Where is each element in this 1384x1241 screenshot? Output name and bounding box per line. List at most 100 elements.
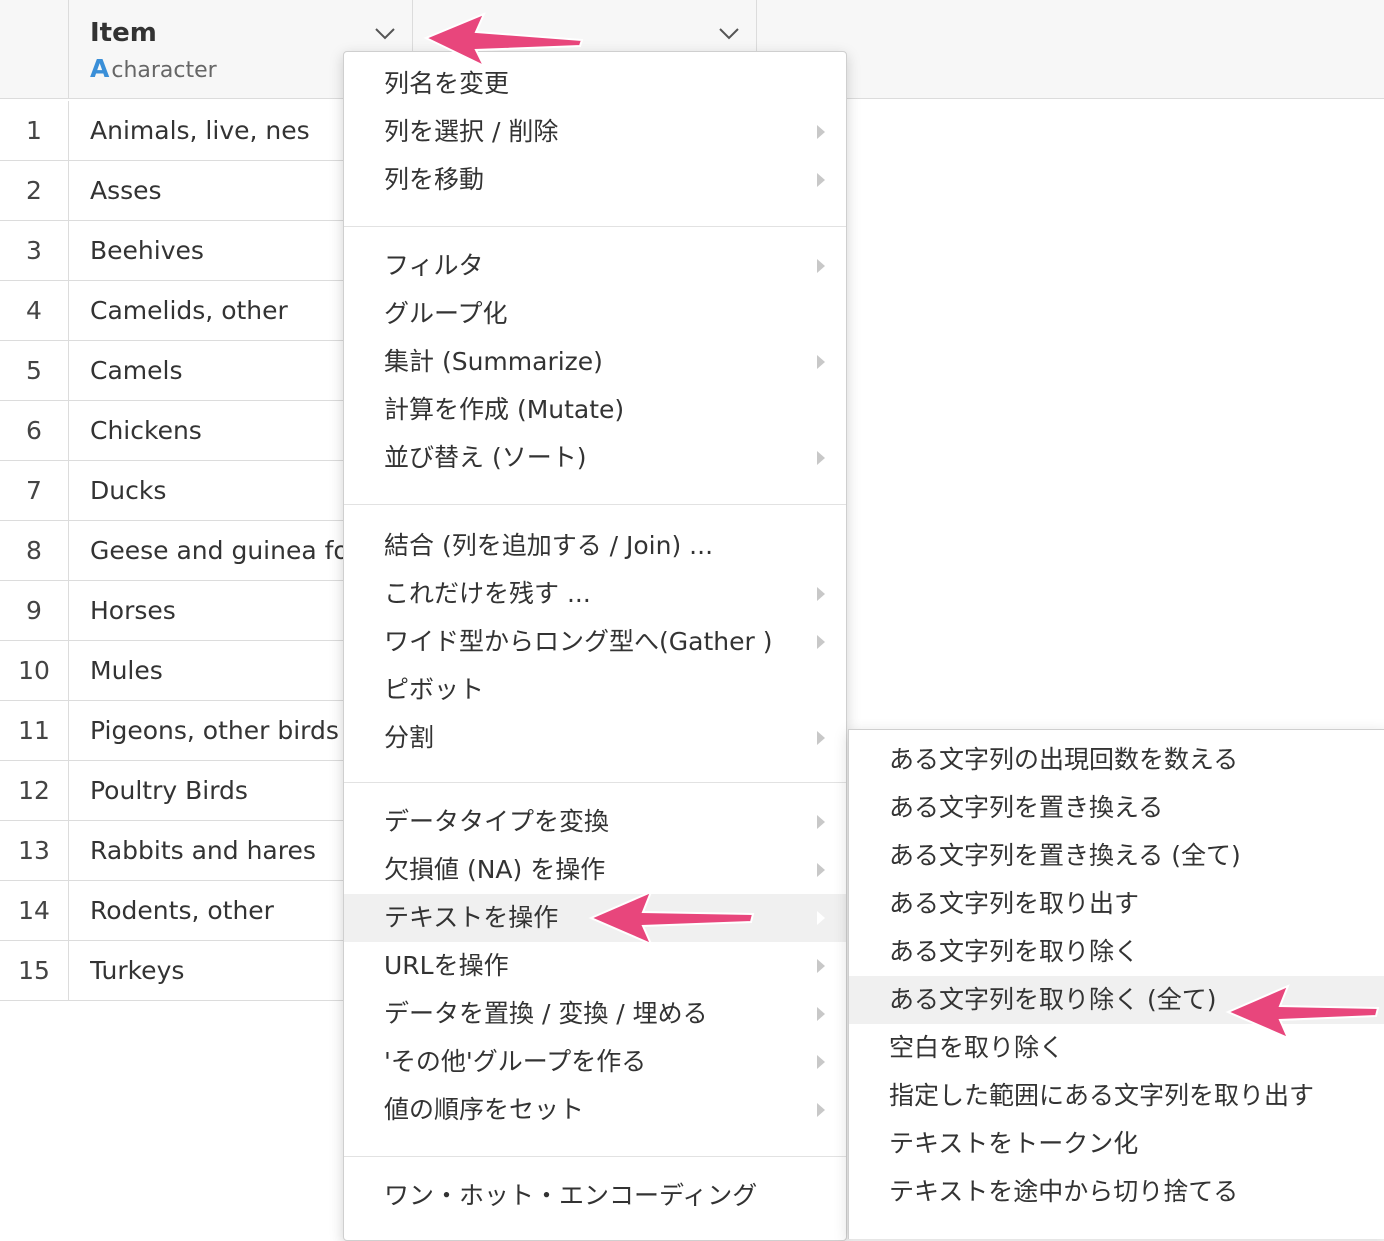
menu-item[interactable]: データを置換 / 変換 / 埋める	[344, 990, 846, 1038]
row-index: 4	[0, 281, 69, 340]
column-menu: 列名を変更列を選択 / 削除 列を移動フィルタ グループ化集計 (Summarize…	[343, 51, 847, 1241]
chevron-right-icon	[816, 124, 826, 140]
menu-item-label: テキストを操作	[384, 903, 559, 932]
submenu-item-label: ある文字列を置き換える (全て)	[889, 841, 1241, 870]
table-row[interactable]: 15 Turkeys	[0, 941, 344, 1001]
table-row[interactable]: 6 Chickens	[0, 401, 344, 461]
cell-item[interactable]: Geese and guinea fo	[90, 521, 344, 580]
submenu-item[interactable]: 指定した範囲にある文字列を取り出す	[849, 1072, 1384, 1120]
table-row[interactable]: 7 Ducks	[0, 461, 344, 521]
menu-item-label: 並び替え (ソート)	[384, 443, 587, 472]
menu-item[interactable]: 集計 (Summarize)	[344, 338, 846, 386]
menu-item[interactable]: フィルタ	[344, 242, 846, 290]
cell-item[interactable]: Turkeys	[90, 941, 344, 1000]
table-row[interactable]: 10 Mules	[0, 641, 344, 701]
table-row[interactable]: 8 Geese and guinea fo	[0, 521, 344, 581]
table-row[interactable]: 3 Beehives	[0, 221, 344, 281]
menu-item[interactable]: 列を選択 / 削除	[344, 108, 846, 156]
submenu-item[interactable]: ある文字列を置き換える	[849, 784, 1384, 832]
submenu-item-label: テキストをトークン化	[889, 1129, 1139, 1158]
cell-item[interactable]: Chickens	[90, 401, 344, 460]
menu-divider	[344, 226, 846, 227]
menu-item[interactable]: テキストを操作	[344, 894, 846, 942]
table-row[interactable]: 14 Rodents, other	[0, 881, 344, 941]
chevron-right-icon	[816, 814, 826, 830]
chevron-right-icon	[816, 730, 826, 746]
cell-item[interactable]: Mules	[90, 641, 344, 700]
chevron-right-icon	[816, 172, 826, 188]
submenu-item-label: テキストを途中から切り捨てる	[889, 1177, 1239, 1206]
menu-item[interactable]: URLを操作	[344, 942, 846, 990]
character-type-icon: A	[90, 54, 110, 83]
cell-item[interactable]: Beehives	[90, 221, 344, 280]
menu-item[interactable]: これだけを残す ...	[344, 570, 846, 618]
menu-item[interactable]: 計算を作成 (Mutate)	[344, 386, 846, 434]
chevron-right-icon	[816, 258, 826, 274]
menu-item-label: 計算を作成 (Mutate)	[384, 395, 625, 424]
chevron-right-icon	[816, 1102, 826, 1118]
menu-item[interactable]: データタイプを変換	[344, 798, 846, 846]
table-row[interactable]: 11 Pigeons, other birds	[0, 701, 344, 761]
menu-item-label: 集計 (Summarize)	[384, 347, 603, 376]
table-row[interactable]: 12 Poultry Birds	[0, 761, 344, 821]
cell-item[interactable]: Asses	[90, 161, 344, 220]
menu-item[interactable]: 分割	[344, 714, 846, 762]
menu-item-label: 値の順序をセット	[384, 1095, 585, 1124]
submenu-item[interactable]: ある文字列を取り除く (全て)	[849, 976, 1384, 1024]
table-row[interactable]: 1 Animals, live, nes	[0, 101, 344, 161]
cell-item[interactable]: Ducks	[90, 461, 344, 520]
submenu-item[interactable]: テキストを途中から切り捨てる	[849, 1168, 1384, 1216]
chevron-down-icon[interactable]	[374, 24, 396, 44]
cell-item[interactable]: Pigeons, other birds	[90, 701, 344, 760]
chevron-right-icon	[816, 450, 826, 466]
submenu-item[interactable]: ある文字列の出現回数を数える	[849, 736, 1384, 784]
submenu-item[interactable]: 空白を取り除く	[849, 1024, 1384, 1072]
submenu-item-label: ある文字列の出現回数を数える	[889, 745, 1239, 774]
menu-item[interactable]: 列名を変更	[344, 60, 846, 108]
table-row[interactable]: 13 Rabbits and hares	[0, 821, 344, 881]
menu-divider	[344, 504, 846, 505]
cell-item[interactable]: Horses	[90, 581, 344, 640]
chevron-right-icon	[816, 1006, 826, 1022]
submenu-item-label: 空白を取り除く	[889, 1033, 1065, 1062]
chevron-right-icon	[816, 354, 826, 370]
table-row[interactable]: 9 Horses	[0, 581, 344, 641]
table-row[interactable]: 2 Asses	[0, 161, 344, 221]
row-index: 5	[0, 341, 69, 400]
submenu-item-label: ある文字列を取り除く (全て)	[889, 985, 1217, 1014]
cell-item[interactable]: Camelids, other	[90, 281, 344, 340]
column-type-label: character	[111, 58, 217, 83]
menu-item[interactable]: 'その他'グループを作る	[344, 1038, 846, 1086]
chevron-down-icon[interactable]	[718, 24, 740, 44]
menu-item[interactable]: 欠損値 (NA) を操作	[344, 846, 846, 894]
menu-item-label: 列名を変更	[384, 69, 510, 98]
menu-divider	[344, 1156, 846, 1157]
submenu-item[interactable]: ある文字列を取り出す	[849, 880, 1384, 928]
menu-divider	[344, 782, 846, 783]
submenu-item[interactable]: ある文字列を取り除く	[849, 928, 1384, 976]
menu-item[interactable]: 並び替え (ソート)	[344, 434, 846, 482]
cell-item[interactable]: Rabbits and hares	[90, 821, 344, 880]
menu-item[interactable]: 列を移動	[344, 156, 846, 204]
menu-item-label: これだけを残す ...	[384, 579, 591, 608]
cell-item[interactable]: Rodents, other	[90, 881, 344, 940]
cell-item[interactable]: Camels	[90, 341, 344, 400]
column-name: Item	[90, 18, 157, 48]
menu-item[interactable]: ピボット	[344, 666, 846, 714]
row-index: 6	[0, 401, 69, 460]
menu-item-label: 分割	[384, 723, 435, 752]
menu-item[interactable]: 結合 (列を追加する / Join) ...	[344, 522, 846, 570]
table-row[interactable]: 4 Camelids, other	[0, 281, 344, 341]
cell-item[interactable]: Poultry Birds	[90, 761, 344, 820]
table-row[interactable]: 5 Camels	[0, 341, 344, 401]
cell-item[interactable]: Animals, live, nes	[90, 101, 344, 160]
menu-item-label: URLを操作	[384, 951, 509, 980]
submenu-item[interactable]: ある文字列を含む	[849, 730, 1384, 736]
row-index: 2	[0, 161, 69, 220]
submenu-item[interactable]: ある文字列を置き換える (全て)	[849, 832, 1384, 880]
menu-item[interactable]: ワイド型からロング型へ(Gather )	[344, 618, 846, 666]
submenu-item[interactable]: テキストをトークン化	[849, 1120, 1384, 1168]
menu-item[interactable]: 値の順序をセット	[344, 1086, 846, 1134]
menu-item[interactable]: ワン・ホット・エンコーディング	[344, 1172, 846, 1220]
menu-item[interactable]: グループ化	[344, 290, 846, 338]
